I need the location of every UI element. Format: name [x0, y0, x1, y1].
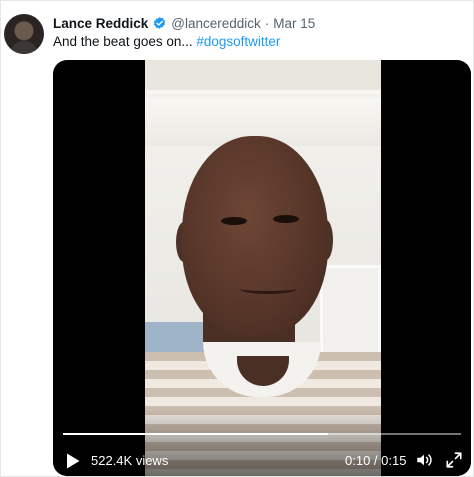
avatar[interactable]: [4, 14, 44, 54]
avatar-shoulders: [10, 41, 38, 54]
video-wall: [145, 322, 205, 356]
video-head: [182, 136, 328, 336]
video-mouth: [240, 284, 296, 294]
video-right-eye: [273, 215, 299, 223]
video-player[interactable]: 522.4K views 0:10 / 0:15: [53, 60, 471, 476]
time-display: 0:10 / 0:15: [345, 453, 407, 468]
display-name[interactable]: Lance Reddick: [53, 16, 148, 31]
volume-icon[interactable]: [415, 451, 433, 469]
author-handle[interactable]: @lancereddick: [171, 16, 261, 31]
tweet-date[interactable]: Mar 15: [273, 16, 315, 31]
separator-dot: ·: [264, 15, 270, 31]
play-icon[interactable]: [65, 452, 81, 470]
tweet-body: And the beat goes on...: [53, 34, 197, 49]
hashtag-link[interactable]: #dogsoftwitter: [196, 34, 280, 49]
verified-badge-icon: [154, 16, 166, 29]
tweet-text: And the beat goes on... #dogsoftwitter: [53, 34, 280, 49]
view-count: 522.4K views: [91, 453, 169, 468]
fullscreen-icon[interactable]: [445, 451, 463, 469]
video-left-eye: [221, 217, 247, 225]
video-ceiling: [145, 60, 381, 94]
tweet-header: Lance Reddick @lancereddick · Mar 15: [53, 14, 315, 32]
progress-fill: [63, 433, 329, 435]
progress-bar[interactable]: [63, 433, 461, 435]
